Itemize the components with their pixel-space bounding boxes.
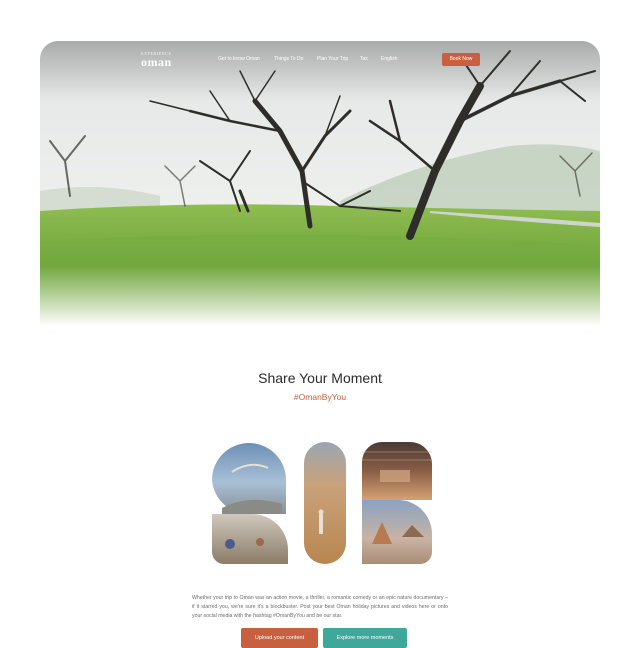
top-navigation: EXPERIENCE oman Get to know Oman Things …: [40, 41, 600, 81]
nav-plan-your-trip[interactable]: Plan Your Trip: [317, 56, 348, 62]
share-section-title: Share Your Moment: [258, 370, 382, 386]
logo-tagline: EXPERIENCE: [141, 51, 172, 56]
nav-tax[interactable]: Tax: [360, 56, 368, 62]
collage-photo-desert: [304, 442, 346, 564]
hero-banner: [40, 41, 600, 326]
nav-get-to-know-oman[interactable]: Get to know Oman: [218, 56, 260, 62]
collage-photo-people: [212, 514, 288, 564]
collage-photo-night-camp: [362, 500, 432, 564]
book-now-button[interactable]: Book Now: [442, 53, 480, 66]
logo-wordmark: oman: [141, 55, 172, 69]
oman-logo[interactable]: EXPERIENCE oman: [141, 51, 172, 70]
share-description: Whether your trip to Oman was an action …: [192, 595, 448, 620]
hero-landscape-image: [40, 41, 600, 326]
explore-moments-button[interactable]: Explore more moments: [323, 628, 407, 648]
nav-things-to-do[interactable]: Things To Do: [274, 56, 303, 62]
nav-language-select[interactable]: English: [381, 56, 397, 62]
upload-content-button[interactable]: Upload your content: [241, 628, 318, 648]
photo-collage: [212, 442, 432, 564]
hashtag-link[interactable]: #OmanByYou: [0, 392, 640, 402]
